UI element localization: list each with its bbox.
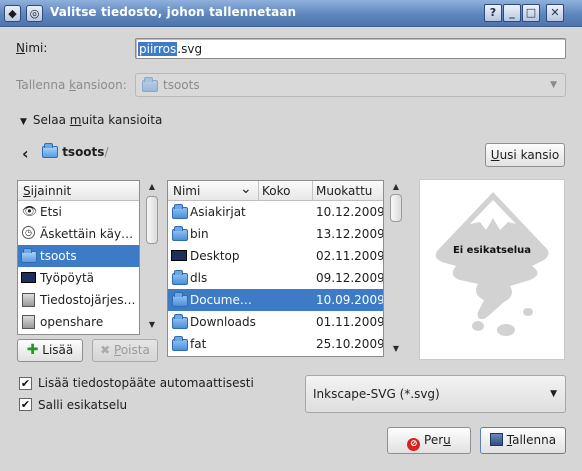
file-type-value: Inkscape-SVG (*.svg) [313,387,440,401]
plus-icon: ✚ [26,342,39,358]
folder-icon [172,314,188,329]
scroll-up-icon[interactable]: ▲ [144,182,160,191]
binoculars-icon: 👁 [22,204,38,218]
folder-icon [172,204,188,219]
file-type-combo[interactable]: Inkscape-SVG (*.svg) ▼ [305,375,566,413]
home-folder-icon [142,77,158,92]
folder-icon [172,270,188,285]
column-size-header[interactable]: Koko [262,184,290,198]
remove-icon: ✖ [100,343,111,357]
save-folder-label: Tallenna kansioon: [16,78,127,92]
scroll-down-icon[interactable]: ▼ [144,320,160,329]
preview-area: Ei esikatselua [419,179,565,360]
back-arrow-icon: ‹ [22,144,29,163]
file-row[interactable]: Downloads 01.11.2009 [168,311,383,333]
file-list-scrollbar[interactable]: ▲ ▼ [388,180,404,357]
auto-extension-label[interactable]: Lisää tiedostopääte automaattisesti [38,376,254,390]
browse-expander[interactable]: ▼ Selaa muita kansioita [20,113,162,127]
places-header[interactable]: Sijainnit [18,181,139,201]
filename-input[interactable]: piirros.svg [135,38,566,59]
close-icon: ✕ [550,6,560,19]
file-list-header: Nimi ⌄ Koko Muokattu [168,181,383,201]
column-modified-header[interactable]: Muokattu [316,184,372,198]
window-title: Valitse tiedosto, johon tallennetaan [50,5,297,19]
name-label: Nimi: [16,41,48,55]
save-dialog: Nimi: piirros.svg Tallenna kansioon: tso… [0,27,582,471]
maximize-icon: □ [525,6,537,19]
scroll-up-icon[interactable]: ▲ [388,182,404,191]
places-scroll-thumb[interactable] [146,196,158,244]
place-item[interactable]: Tiedostojärjes… [18,289,139,311]
expander-arrow-icon: ▼ [20,117,27,127]
menu-icon[interactable]: ◎ [26,5,43,22]
home-folder-icon [21,248,37,263]
checkmark-icon: ✔ [20,377,31,390]
maximize-button[interactable]: □ [522,4,540,22]
new-folder-button[interactable]: Uusi kansio [485,143,565,167]
inkscape-icon[interactable]: ◆ [4,5,21,22]
help-button[interactable]: ? [484,4,502,22]
close-button[interactable]: ✕ [546,4,564,22]
desktop-icon [171,250,187,261]
save-folder-combo[interactable]: tsoots ▼ [135,73,566,97]
path-current-button[interactable]: tsoots/ [42,143,108,159]
save-icon [489,433,503,446]
checkmark-icon: ✔ [20,398,31,411]
file-list-scroll-thumb[interactable] [390,194,402,222]
place-item[interactable]: 👁 Etsi [18,201,139,223]
place-item[interactable]: openshare [18,311,139,333]
filename-selected-text: piirros [138,42,178,56]
cancel-button[interactable]: ⊘ Peru [387,427,471,454]
recent-clock-icon: ◷ [22,226,35,239]
folder-icon [172,336,188,351]
place-item[interactable]: Työpöytä [18,267,139,289]
window-titlebar: ◆ ◎ Valitse tiedosto, johon tallennetaan… [0,0,582,27]
cancel-icon: ⊘ [407,438,421,451]
place-item-selected[interactable]: tsoots [18,245,139,267]
column-name-header[interactable]: Nimi [173,184,200,198]
no-preview-text: Ei esikatselua [452,245,532,256]
filesystem-icon [22,293,35,307]
add-place-button[interactable]: ✚ Lisää [17,339,83,362]
place-item[interactable]: ◷ Äskettäin käy… [18,223,139,245]
folder-icon [172,292,188,307]
chevron-down-icon: ▼ [550,80,557,90]
save-button[interactable]: Tallenna [480,427,566,454]
file-row-selected[interactable]: Docume… 10.09.2009 [168,289,383,311]
places-scrollbar[interactable]: ▲ ▼ [144,180,160,335]
remove-place-button[interactable]: ✖ Poista [92,339,158,362]
file-row[interactable]: dls 09.12.2009 [168,267,383,289]
inkscape-logo-watermark [435,192,549,336]
file-row[interactable]: Desktop 02.11.2009 [168,245,383,267]
file-row[interactable]: fat 25.10.2009 [168,333,383,355]
enable-preview-checkbox[interactable]: ✔ [19,398,32,411]
save-folder-value: tsoots [163,78,200,92]
network-share-icon [22,315,35,329]
places-list: Sijainnit 👁 Etsi ◷ Äskettäin käy… tsoots… [17,180,140,335]
auto-extension-checkbox[interactable]: ✔ [19,377,32,390]
help-icon: ? [489,6,497,19]
chevron-down-icon: ▼ [550,389,557,399]
minimize-icon: _ [509,6,515,19]
desktop-icon [21,272,36,283]
path-back-button[interactable]: ‹ [22,144,29,163]
home-folder-icon [42,143,58,158]
sort-descending-icon: ⌄ [240,181,252,197]
folder-icon [172,226,188,241]
scroll-down-icon[interactable]: ▼ [388,344,404,353]
file-row[interactable]: Asiakirjat 10.12.2009 [168,201,383,223]
file-list: Nimi ⌄ Koko Muokattu Asiakirjat 10.12.20… [167,180,384,357]
enable-preview-label[interactable]: Salli esikatselu [38,398,127,412]
file-row[interactable]: bin 13.12.2009 [168,223,383,245]
filename-extension: .svg [177,42,203,56]
minimize-button[interactable]: _ [503,4,521,22]
